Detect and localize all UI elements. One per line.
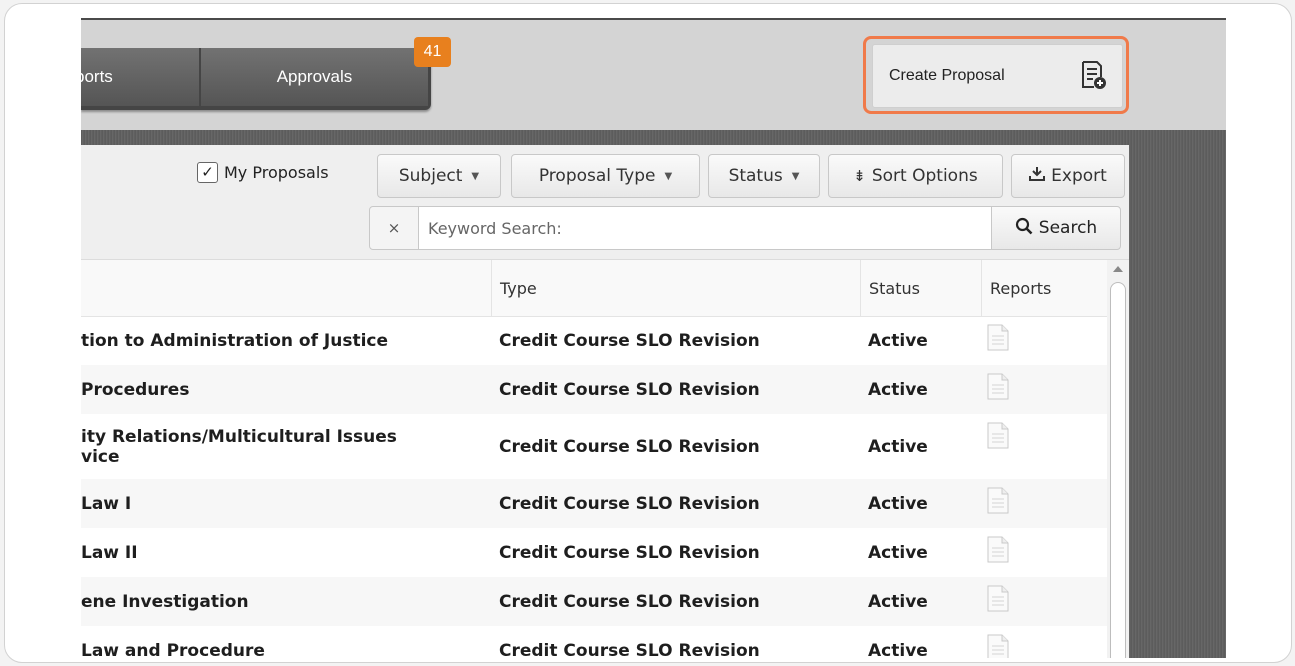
create-proposal-label: Create Proposal (889, 67, 1005, 84)
table-row[interactable]: Procedures Credit Course SLO Revision Ac… (81, 365, 1107, 414)
screenshot-frame: ports Approvals 41 Create Proposal (4, 3, 1292, 663)
scrollbar-thumb[interactable] (1110, 282, 1126, 658)
search-button-label: Search (1038, 218, 1098, 238)
column-header-type[interactable]: Type (491, 260, 861, 316)
document-add-icon (1080, 60, 1108, 94)
proposals-panel: ✓ My Proposals Subject ▼ Proposal Type ▼ S… (81, 145, 1129, 658)
my-proposals-label: My Proposals (224, 163, 329, 182)
create-proposal-button[interactable]: Create Proposal (872, 44, 1123, 108)
proposal-title[interactable]: tion to Administration of Justice (81, 316, 486, 365)
subject-filter-label: Subject (398, 166, 463, 186)
sort-icon: ⇟ (853, 167, 866, 185)
create-proposal-highlight: Create Proposal (863, 36, 1129, 114)
sort-options-button[interactable]: ⇟ Sort Options (828, 154, 1003, 198)
nav-reports-button[interactable]: ports (81, 48, 199, 106)
proposal-type: Credit Course SLO Revision (499, 542, 760, 563)
proposal-type: Credit Course SLO Revision (499, 591, 760, 612)
column-header-status[interactable]: Status (860, 260, 982, 316)
app-window: ports Approvals 41 Create Proposal (81, 18, 1226, 658)
proposal-type: Credit Course SLO Revision (499, 379, 760, 400)
table-row[interactable]: ene Investigation Credit Course SLO Revi… (81, 577, 1107, 626)
proposal-title-line2: vice (81, 446, 120, 467)
proposal-type: Credit Course SLO Revision (499, 330, 760, 351)
proposal-title[interactable]: Law and Procedure (81, 626, 486, 659)
caret-down-icon: ▼ (471, 170, 480, 182)
main-nav: ports Approvals (81, 48, 431, 110)
proposal-title[interactable]: ene Investigation (81, 577, 486, 626)
export-label: Export (1051, 166, 1107, 186)
approvals-count-badge: 41 (414, 37, 451, 67)
table-row[interactable]: Law and Procedure Credit Course SLO Revi… (81, 626, 1107, 658)
table-header: Type Status Reports (81, 260, 1107, 317)
status-filter-button[interactable]: Status ▼ (708, 154, 820, 198)
table-row[interactable]: tion to Administration of Justice Credit… (81, 316, 1107, 365)
caret-down-icon: ▼ (664, 170, 673, 182)
table-scrollbar[interactable] (1107, 260, 1129, 658)
proposal-status: Active (868, 330, 928, 351)
proposal-type: Credit Course SLO Revision (499, 436, 760, 457)
proposal-status: Active (868, 436, 928, 457)
report-document-icon[interactable] (987, 577, 1027, 626)
search-icon (1015, 217, 1033, 240)
proposal-title-line1: ity Relations/Multicultural Issues (81, 426, 397, 447)
proposal-title[interactable]: ity Relations/Multicultural Issues vice (81, 414, 486, 479)
report-document-icon[interactable] (987, 626, 1027, 658)
report-document-icon[interactable] (987, 528, 1027, 577)
proposal-status: Active (868, 493, 928, 514)
report-document-icon[interactable] (987, 316, 1027, 365)
proposal-status: Active (868, 542, 928, 563)
clear-search-button[interactable]: × (369, 206, 419, 250)
column-header-reports: Reports (981, 260, 1107, 316)
status-filter-label: Status (728, 166, 783, 186)
scroll-up-arrow-icon[interactable] (1113, 266, 1123, 272)
export-button[interactable]: Export (1011, 154, 1125, 198)
search-button[interactable]: Search (991, 206, 1121, 250)
subject-filter-button[interactable]: Subject ▼ (377, 154, 501, 198)
checkmark-icon: ✓ (197, 162, 218, 183)
proposal-type-filter-label: Proposal Type (538, 166, 656, 186)
table-row[interactable]: Law I Credit Course SLO Revision Active (81, 479, 1107, 528)
report-document-icon[interactable] (987, 365, 1027, 414)
nav-approvals-button[interactable]: Approvals (201, 48, 428, 106)
export-icon (1029, 166, 1046, 186)
proposal-title[interactable]: Law I (81, 479, 486, 528)
nav-approvals-label: Approvals (276, 67, 353, 86)
proposal-status: Active (868, 640, 928, 659)
proposal-title-text: ity Relations/Multicultural Issues vice (81, 427, 397, 467)
proposal-status: Active (868, 379, 928, 400)
report-document-icon[interactable] (987, 414, 1027, 479)
my-proposals-checkbox[interactable]: ✓ My Proposals (197, 162, 329, 183)
proposal-type: Credit Course SLO Revision (499, 493, 760, 514)
table-row[interactable]: Law II Credit Course SLO Revision Active (81, 528, 1107, 577)
report-document-icon[interactable] (987, 479, 1027, 528)
sort-options-label: Sort Options (871, 166, 978, 186)
proposal-type-filter-button[interactable]: Proposal Type ▼ (511, 154, 700, 198)
caret-down-icon: ▼ (791, 170, 800, 182)
filter-bar: ✓ My Proposals Subject ▼ Proposal Type ▼ S… (81, 145, 1129, 260)
proposal-status: Active (868, 591, 928, 612)
nav-reports-label: ports (81, 67, 113, 86)
keyword-search-input[interactable] (418, 206, 992, 250)
header-bar: ports Approvals 41 Create Proposal (81, 20, 1226, 130)
proposal-title[interactable]: Law II (81, 528, 486, 577)
proposal-title[interactable]: Procedures (81, 365, 486, 414)
table-row[interactable]: ity Relations/Multicultural Issues vice … (81, 414, 1107, 479)
proposal-type: Credit Course SLO Revision (499, 640, 760, 659)
keyword-search-group: × Search (369, 206, 1124, 250)
